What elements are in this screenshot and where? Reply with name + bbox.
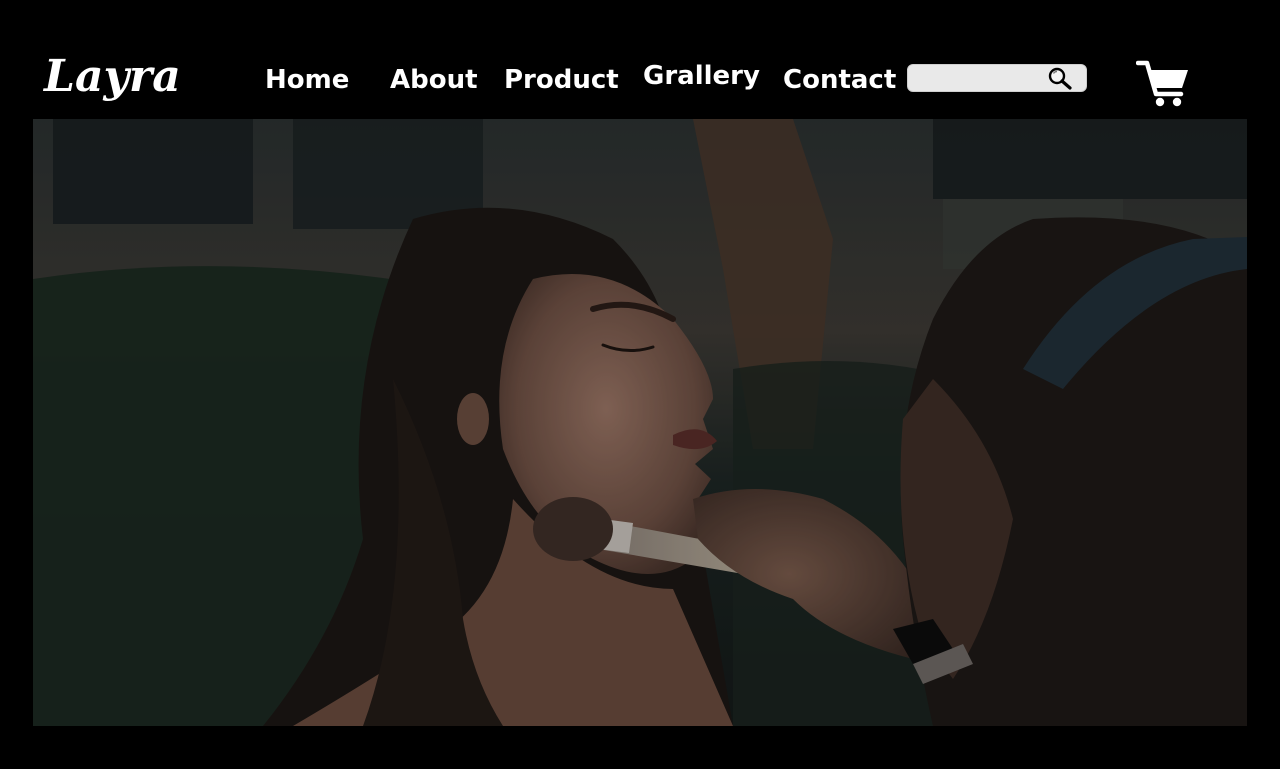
search-button[interactable]: [1044, 65, 1078, 91]
brand-logo[interactable]: Layra: [44, 50, 181, 104]
nav-gallery-link[interactable]: Grallery: [643, 60, 760, 92]
cart-icon: [1135, 60, 1188, 107]
search-box: [907, 64, 1087, 92]
search-input[interactable]: [916, 68, 1044, 88]
nav-home-link[interactable]: Home: [265, 64, 349, 96]
hero-makeup-photo: [33, 119, 1247, 726]
hero-image: [33, 119, 1247, 726]
nav-contact-link[interactable]: Contact: [783, 64, 896, 96]
nav-product-link[interactable]: Product: [504, 64, 619, 96]
cart-button[interactable]: [1135, 58, 1190, 110]
nav-about-link[interactable]: About: [390, 64, 478, 96]
search-icon: [1048, 67, 1072, 90]
